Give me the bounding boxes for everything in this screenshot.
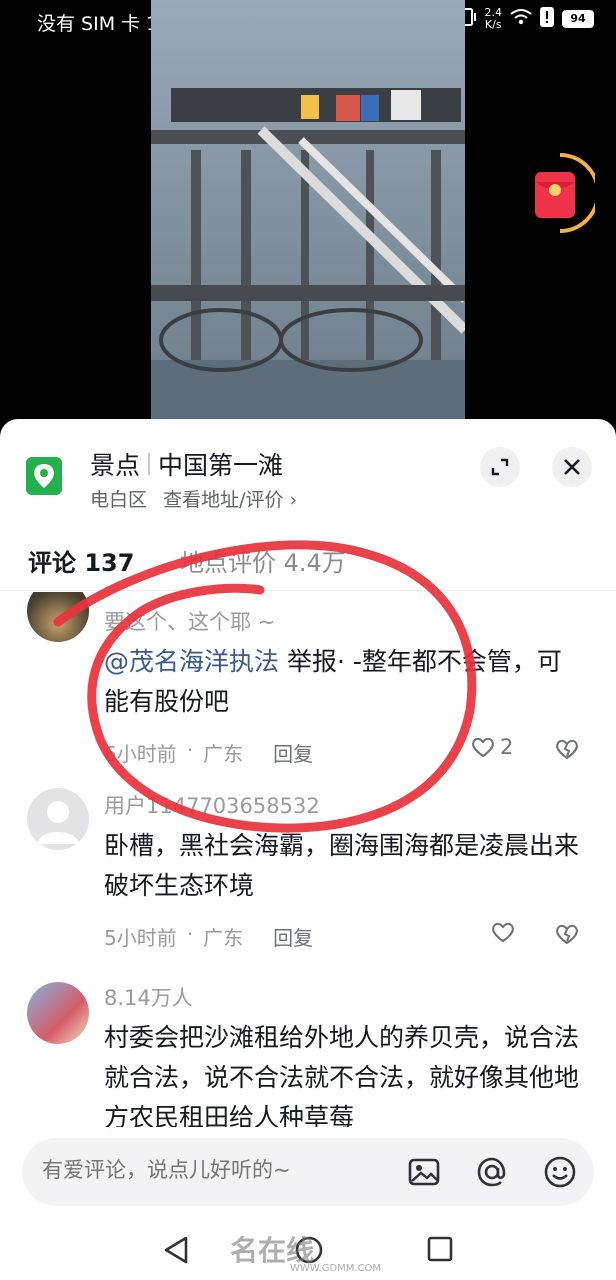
tab-bar: 评论 137 地点评价 4.4万 xyxy=(0,529,616,591)
location-pin-icon xyxy=(26,457,62,495)
comment-meta: 6小时前 · 广东 回复 xyxy=(104,738,313,767)
place-title[interactable]: 景点 中国第一滩 xyxy=(90,446,283,482)
network-speed: 2.4 K/s xyxy=(485,7,503,31)
close-icon xyxy=(564,459,580,475)
close-button[interactable] xyxy=(552,447,592,487)
comment-username[interactable]: 用户1147703658532 xyxy=(104,790,320,820)
expand-icon xyxy=(491,458,509,476)
avatar[interactable] xyxy=(27,592,89,642)
place-subtitle[interactable]: 电白区 查看地址/评价 › xyxy=(90,485,297,512)
like-button[interactable] xyxy=(490,920,516,944)
dislike-button[interactable] xyxy=(554,922,580,950)
watermark-url: WWW.GDMM.COM xyxy=(290,1263,382,1274)
comment-time: 6小时前 xyxy=(104,742,177,766)
alert-icon xyxy=(540,7,554,31)
comment-input[interactable] xyxy=(42,1158,402,1182)
place-district: 电白区 xyxy=(90,489,148,511)
default-avatar-icon xyxy=(37,801,79,844)
network-speed-unit: K/s xyxy=(484,18,502,31)
location-comments-panel: 景点 中国第一滩 电白区 查看地址/评价 › 评论 137 地点评价 4.4万 … xyxy=(0,419,616,1221)
recents-button[interactable] xyxy=(426,1235,454,1267)
reply-button[interactable]: 回复 xyxy=(273,922,313,951)
back-triangle-icon xyxy=(164,1236,188,1264)
avatar[interactable] xyxy=(27,982,89,1044)
place-category: 景点 xyxy=(90,451,141,480)
emoji-icon xyxy=(544,1156,576,1188)
comment-input-bar xyxy=(22,1138,594,1206)
view-address-link[interactable]: 查看地址/评价 › xyxy=(163,489,297,511)
sea-platform-image xyxy=(151,88,465,420)
reply-button[interactable]: 回复 xyxy=(273,738,313,767)
tab-place-reviews[interactable]: 地点评价 4.4万 xyxy=(180,543,346,578)
like-button[interactable]: 2 xyxy=(470,735,513,759)
red-envelope-icon xyxy=(535,153,600,233)
battery-level: 94 xyxy=(564,12,592,26)
emoji-button[interactable] xyxy=(542,1154,578,1190)
tab-comments[interactable]: 评论 137 xyxy=(28,543,134,578)
title-divider xyxy=(148,453,151,475)
heart-icon xyxy=(492,922,514,943)
comment-time: 5小时前 xyxy=(104,926,177,950)
back-button[interactable] xyxy=(162,1235,190,1269)
mention-link[interactable]: @茂名海洋执法 xyxy=(104,647,279,676)
like-count: 2 xyxy=(500,735,514,759)
comment-text: 村委会把沙滩租给外地人的养贝壳，说合法就合法，说不合法就不合法，就好像其他地方农… xyxy=(104,1023,580,1127)
comment-location: 广东 xyxy=(203,742,244,766)
battery-icon: 94 xyxy=(562,10,594,28)
dislike-button[interactable] xyxy=(554,737,580,765)
comment-meta: 5小时前 · 广东 回复 xyxy=(104,922,313,951)
image-button[interactable] xyxy=(406,1154,442,1190)
avatar[interactable] xyxy=(27,788,89,850)
broken-heart-icon xyxy=(556,739,578,760)
comment-text: @茂名海洋执法 举报· -整年都不会管，可能有股份吧 xyxy=(104,642,584,722)
recents-square-icon xyxy=(427,1236,453,1262)
comment-location: 广东 xyxy=(203,926,244,950)
comment-username[interactable]: 8.14万人 xyxy=(104,982,193,1012)
video-frame[interactable] xyxy=(151,0,465,420)
place-name: 中国第一滩 xyxy=(158,451,284,480)
heart-icon xyxy=(472,737,494,758)
meta-dot: · xyxy=(186,738,194,762)
comment-list[interactable]: 要这个、这个耶 ~ @茂名海洋执法 举报· -整年都不会管，可能有股份吧 6小时… xyxy=(0,592,616,1127)
broken-heart-icon xyxy=(556,924,578,945)
mention-button[interactable] xyxy=(474,1154,510,1190)
meta-dot: · xyxy=(186,922,194,946)
comment-username[interactable]: 要这个、这个耶 ~ xyxy=(104,606,275,636)
at-icon xyxy=(477,1157,506,1187)
place-header: 景点 中国第一滩 电白区 查看地址/评价 › xyxy=(0,419,616,529)
expand-button[interactable] xyxy=(480,447,520,487)
system-nav-bar: 名在线 WWW.GDMM.COM xyxy=(0,1221,616,1280)
wifi-icon xyxy=(510,8,532,30)
image-icon xyxy=(408,1158,440,1186)
comment-text: 卧槽，黑社会海霸，圈海围海都是凌晨出来破坏生态环境 xyxy=(104,831,580,900)
red-envelope-button[interactable] xyxy=(525,152,600,234)
